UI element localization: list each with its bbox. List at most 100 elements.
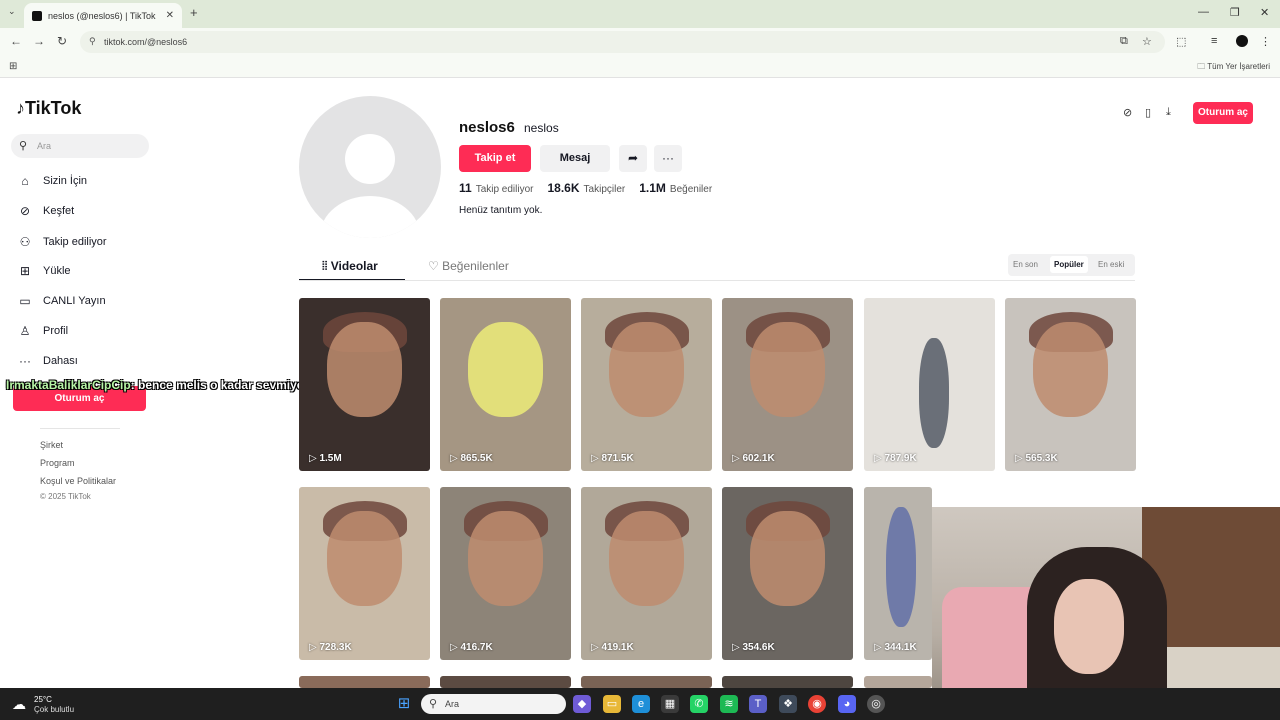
all-bookmarks[interactable]: 🗀 Tüm Yer İşaretleri <box>1197 61 1270 75</box>
footer-link-program[interactable]: Program <box>40 458 75 468</box>
following-icon: ⚇ <box>19 235 31 249</box>
video-thumbnail[interactable]: ▷ 565.3K <box>1005 298 1136 471</box>
views-count: 565.3K <box>1025 453 1058 464</box>
views-count: 354.6K <box>742 642 775 653</box>
footer-link-company[interactable]: Şirket <box>40 440 63 450</box>
sidebar-item-for-you[interactable]: ⌂ Sizin İçin <box>16 171 87 191</box>
share-icon: ➦ <box>627 151 639 165</box>
teams-icon[interactable]: T <box>749 695 767 713</box>
search-icon: ⚲ <box>19 140 28 152</box>
video-thumbnail[interactable]: ▷ 871.5K <box>581 298 712 471</box>
weather-condition: Çok bulutlu <box>34 705 75 714</box>
share-button[interactable]: ➦ <box>619 145 647 172</box>
apps-icon[interactable]: ⊞ <box>9 61 17 72</box>
header-login-button[interactable]: Oturum aç <box>1193 102 1253 124</box>
video-thumbnail[interactable] <box>440 676 571 688</box>
video-thumbnail[interactable] <box>581 676 712 688</box>
sidebar-item-live[interactable]: ▭ CANLI Yayın <box>16 291 105 311</box>
sidebar-item-profile[interactable]: ♙ Profil <box>16 321 68 341</box>
taskbar-search[interactable]: ⚲ Ara <box>421 694 566 714</box>
video-thumbnail[interactable]: ▷ 344.1K <box>864 487 932 660</box>
whatsapp-icon[interactable]: ✆ <box>690 695 708 713</box>
more-options-button[interactable]: ··· <box>654 145 682 172</box>
edge-icon[interactable]: e <box>632 695 650 713</box>
stat-following[interactable]: 11 Takip ediliyor <box>459 181 534 195</box>
video-thumbnail[interactable] <box>722 676 853 688</box>
cloud-icon: ☁ <box>12 696 26 712</box>
search-input[interactable]: ⚲ Ara <box>11 134 149 158</box>
sort-popular[interactable]: Popüler <box>1050 256 1088 273</box>
message-button[interactable]: Mesaj <box>540 145 610 172</box>
video-thumbnail[interactable]: ▷ 354.6K <box>722 487 853 660</box>
site-info-icon[interactable]: ⚲ <box>89 36 96 47</box>
video-thumbnail[interactable]: ▷ 1.5M <box>299 298 430 471</box>
spotify-icon[interactable]: ≋ <box>720 695 738 713</box>
windows-start-icon[interactable]: ⊞ <box>395 695 413 713</box>
cast-icon[interactable]: ⧉ <box>1120 35 1128 48</box>
video-thumbnail[interactable]: ▷ 419.1K <box>581 487 712 660</box>
discord-icon[interactable]: ◕ <box>838 695 856 713</box>
obs-icon[interactable]: ◎ <box>867 695 885 713</box>
sort-oldest[interactable]: En eski <box>1098 260 1124 269</box>
video-thumbnail[interactable]: ▷ 865.5K <box>440 298 571 471</box>
video-thumbnail[interactable]: ▷ 787.9K <box>864 298 995 471</box>
profile-avatar-icon[interactable] <box>1236 35 1248 47</box>
browser-tab[interactable]: neslos (@neslos6) | TikTok ✕ <box>24 3 182 28</box>
store-icon[interactable]: ▦ <box>661 695 679 713</box>
thumb-figure <box>919 338 949 448</box>
minimize-icon[interactable]: — <box>1198 6 1209 18</box>
tab-liked[interactable]: ♡ Beğenilenler <box>428 259 509 273</box>
tab-search-icon[interactable]: ⌄ <box>8 6 16 17</box>
follow-button[interactable]: Takip et <box>459 145 531 172</box>
close-window-icon[interactable]: ✕ <box>1260 6 1269 19</box>
sidebar-item-label: Sizin İçin <box>43 175 88 187</box>
sidebar-item-more[interactable]: ··· Dahası <box>16 351 78 371</box>
sidebar-item-following[interactable]: ⚇ Takip ediliyor <box>16 232 107 252</box>
compass-icon: ⊘ <box>19 204 31 218</box>
close-tab-icon[interactable]: ✕ <box>166 10 174 21</box>
video-thumbnail[interactable]: ▷ 602.1K <box>722 298 853 471</box>
new-tab-icon[interactable]: + <box>190 5 198 20</box>
app-icon[interactable]: ❖ <box>779 695 797 713</box>
avatar-body-shape <box>320 196 420 238</box>
chrome-icon[interactable]: ◉ <box>808 695 826 713</box>
video-views: ▷ 865.5K <box>450 453 493 464</box>
sidebar-item-upload[interactable]: ⊞ Yükle <box>16 261 71 281</box>
back-icon[interactable]: ← <box>10 34 22 48</box>
video-thumbnail[interactable]: ▷ 416.7K <box>440 487 571 660</box>
sort-latest[interactable]: En son <box>1013 260 1038 269</box>
video-thumbnail[interactable]: ▷ 728.3K <box>299 487 430 660</box>
address-bar[interactable]: ⚲ tiktok.com/@neslos6 <box>80 31 1165 53</box>
sidebar-item-label: Dahası <box>43 355 78 367</box>
reload-icon[interactable]: ↻ <box>57 34 67 48</box>
sidebar-item-explore[interactable]: ⊘ Keşfet <box>16 201 74 221</box>
url-text: tiktok.com/@neslos6 <box>104 37 188 47</box>
tab-videos-label: Videolar <box>330 259 378 273</box>
stat-followers[interactable]: 18.6K Takipçiler <box>548 181 626 195</box>
footer-link-terms[interactable]: Koşul ve Politikalar <box>40 476 116 486</box>
windows-taskbar: ☁ 25°C Çok bulutlu ⊞ ⚲ Ara ◆ ▭ e ▦ ✆ ≋ T… <box>0 688 1280 720</box>
video-thumbnail[interactable] <box>299 676 430 688</box>
thumb-face <box>750 511 825 606</box>
coins-icon[interactable]: ⊘ <box>1123 106 1132 119</box>
tiktok-logo[interactable]: ♪TikTok <box>16 98 81 119</box>
menu-icon[interactable]: ⋮ <box>1260 35 1271 48</box>
video-thumbnail[interactable] <box>864 676 932 688</box>
thumb-figure <box>886 507 916 627</box>
extensions-icon[interactable]: ⬚ <box>1176 35 1186 48</box>
device-icon[interactable]: ▯ <box>1145 106 1151 119</box>
bookmark-star-icon[interactable]: ☆ <box>1142 35 1152 48</box>
forward-icon[interactable]: → <box>33 34 45 48</box>
followers-label: Takipçiler <box>583 184 626 195</box>
copilot-icon[interactable]: ◆ <box>573 695 591 713</box>
media-icon[interactable]: ≡ <box>1211 35 1217 47</box>
maximize-icon[interactable]: ❐ <box>1230 6 1240 19</box>
download-icon[interactable]: ⤓ <box>1166 106 1171 119</box>
chat-username: IrmaktaBaliklarCipCip <box>6 378 131 392</box>
file-explorer-icon[interactable]: ▭ <box>603 695 621 713</box>
tab-videos[interactable]: ⦙⦙ Videolar <box>322 259 378 274</box>
views-count: 344.1K <box>884 642 917 653</box>
video-views: ▷ 602.1K <box>732 453 775 464</box>
thumb-figure <box>468 322 543 417</box>
video-views: ▷ 354.6K <box>732 642 775 653</box>
